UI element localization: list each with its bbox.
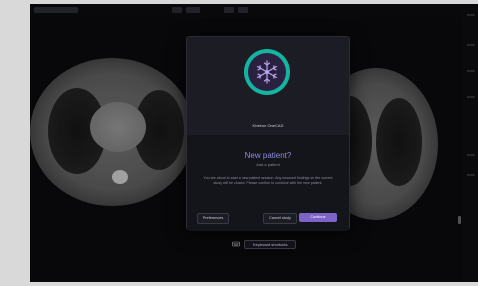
dialog-title: New patient? <box>244 151 292 160</box>
preferences-button[interactable]: Preferences <box>197 213 229 224</box>
spine <box>112 170 128 184</box>
toolbar-item[interactable] <box>172 7 182 13</box>
logo-label: Kheiron OneCAD <box>252 123 284 128</box>
dialog-subtitle: Add a patient <box>256 162 280 167</box>
panel-item[interactable] <box>467 174 475 176</box>
toolbar-item[interactable] <box>224 7 234 13</box>
toolbar-item[interactable] <box>186 7 200 13</box>
panel-item[interactable] <box>467 154 475 156</box>
dialog-message: You are about to start a new patient ses… <box>203 176 333 185</box>
heart <box>90 102 146 152</box>
ct-slice-left[interactable] <box>30 58 194 206</box>
panel-item[interactable] <box>467 70 475 72</box>
panel-item[interactable] <box>467 96 475 98</box>
new-patient-dialog: Kheiron OneCAD New patient? Add a patien… <box>186 36 350 231</box>
toolbar-item[interactable] <box>238 7 248 13</box>
top-toolbar <box>30 4 478 18</box>
continue-button[interactable]: Continue <box>299 213 337 222</box>
cancel-study-button[interactable]: Cancel study <box>263 213 297 224</box>
slice-scrollbar[interactable] <box>458 216 461 224</box>
shortcuts-footer: Keyboard shortcuts <box>232 239 297 249</box>
panel-item[interactable] <box>467 14 475 16</box>
panel-item[interactable] <box>467 44 475 46</box>
snowflake-logo-icon <box>244 49 290 95</box>
keyboard-shortcuts-button[interactable]: Keyboard shortcuts <box>244 239 297 249</box>
lung-right <box>376 98 422 186</box>
right-panel <box>462 4 478 282</box>
toolbar-item[interactable] <box>34 7 78 13</box>
keyboard-icon[interactable] <box>232 240 240 248</box>
